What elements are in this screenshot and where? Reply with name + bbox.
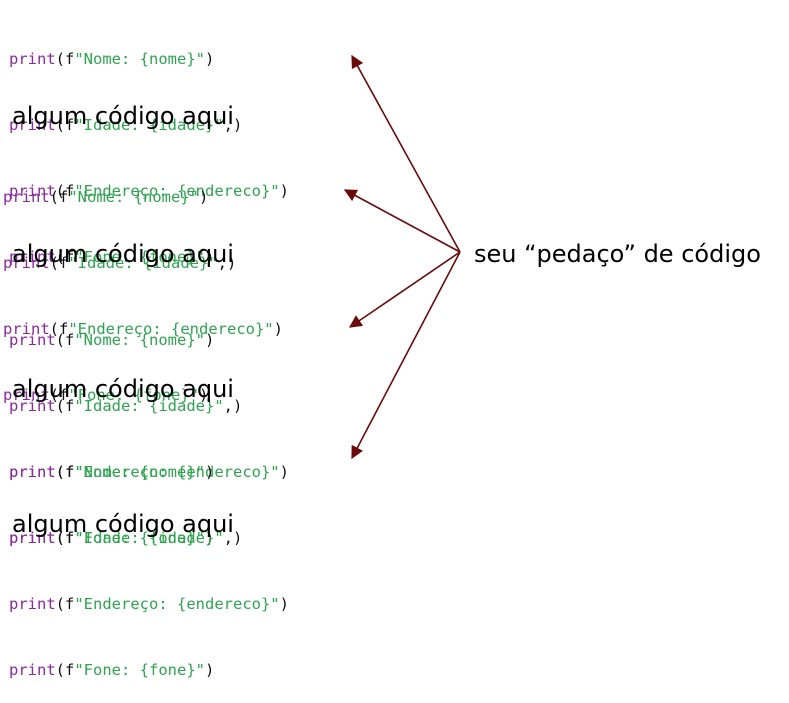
- callout-arrows: [343, 54, 461, 460]
- arrow-to-block-4: [351, 251, 461, 460]
- arrow-to-block-3: [348, 251, 461, 328]
- callout-label: seu “pedaço” de código: [474, 240, 761, 268]
- code-line: print(f"Fone: {fone}"): [9, 661, 215, 679]
- code-line: print(f"Endereço: {endereco}"): [9, 595, 289, 613]
